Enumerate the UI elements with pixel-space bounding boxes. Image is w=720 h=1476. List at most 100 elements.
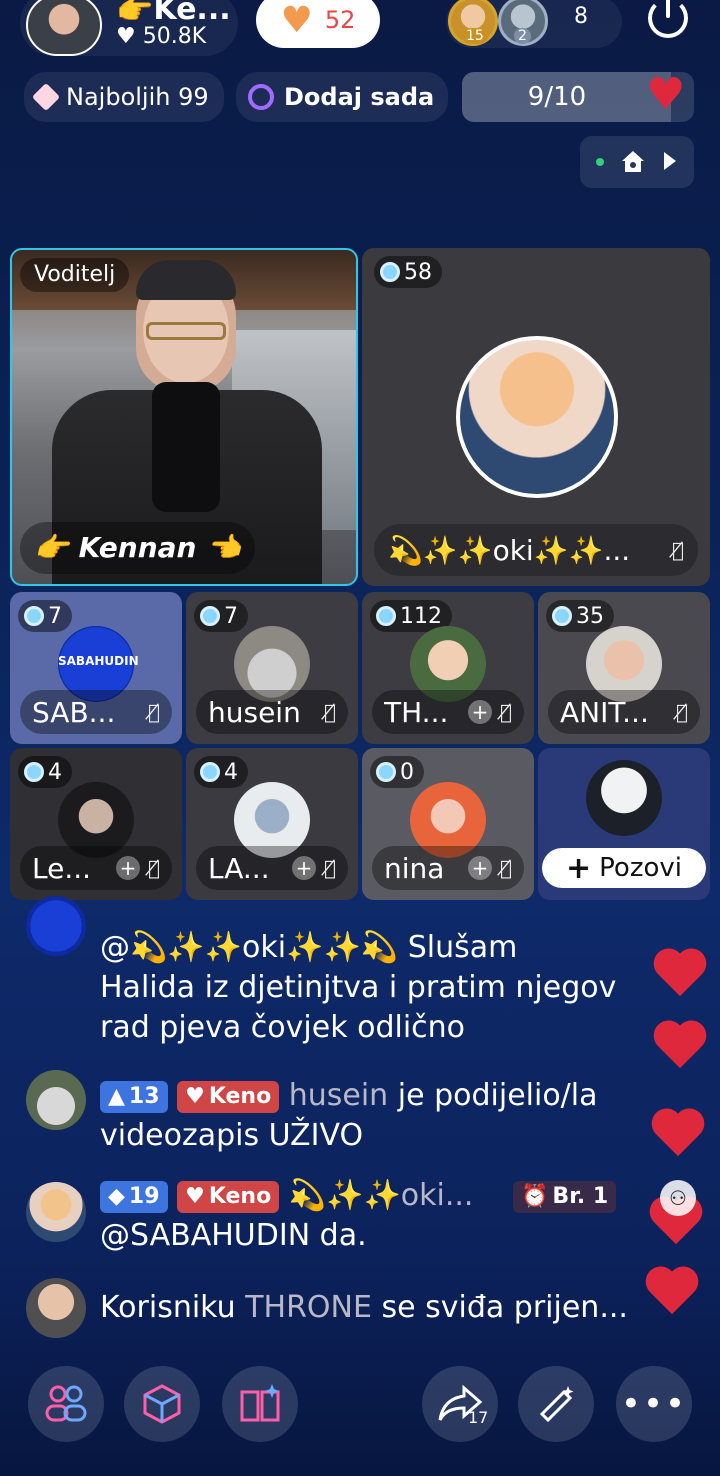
heart-icon: ♥ <box>116 24 136 49</box>
seat-name-pill: nina + 🎙̸ <box>372 846 524 890</box>
guest-list-icon[interactable]: ⚇ <box>660 1180 696 1216</box>
seat-name-pill: LA... + 🎙̸ <box>196 846 348 890</box>
chat-message-3: ◆ 19 ♥ Keno 💫✨✨oki... ⏰ Br. 1 @SABAHUDIN da… <box>100 1176 680 1256</box>
guest-seat-tile[interactable]: 7 husein 🎙̸ <box>186 592 358 744</box>
online-dot <box>596 158 604 166</box>
mic-muted-icon: 🎙̸ <box>147 700 160 724</box>
plus-icon: + <box>566 850 592 886</box>
gem-icon <box>380 262 400 282</box>
host-glasses <box>146 322 226 340</box>
guest-seat-tile[interactable]: 35 ANIT... 🎙̸ <box>538 592 710 744</box>
swirl-icon <box>248 84 274 110</box>
add-icon[interactable]: + <box>291 856 316 880</box>
guest-seat-tile[interactable]: 112 TH... + 🎙̸ <box>362 592 534 744</box>
guest-seat-tile[interactable]: 0 nina + 🎙̸ <box>362 748 534 900</box>
seat-avatar-text: SABAHUDIN <box>58 654 139 668</box>
mic-muted-icon: 🎙̸ <box>675 700 688 724</box>
people-icon <box>45 1385 87 1422</box>
featured-guest-tile[interactable]: 58 💫✨✨oki✨✨... 🎙̸ <box>362 248 710 586</box>
mic-muted-icon: 🎙̸ <box>499 700 512 724</box>
top-viewers-button[interactable]: Najboljih 99 <box>24 72 224 122</box>
host-name-pill: 👉 Kennan 👈 <box>20 522 256 574</box>
chat-message-1: @💫✨✨oki✨✨💫 Slušam Halida iz djetinjtva i… <box>100 930 617 1045</box>
level-badge: ◆ 19 <box>100 1180 168 1213</box>
viewer-rank-2: 2 <box>514 28 531 44</box>
seat-name-pill: SAB... 🎙̸ <box>20 690 172 734</box>
invite-placeholder-avatar <box>586 760 662 836</box>
effects-button[interactable] <box>518 1366 594 1442</box>
power-icon <box>666 0 670 18</box>
book-sparkle-icon <box>240 1384 280 1422</box>
diamond-icon <box>31 82 61 112</box>
seat-gem-badge: 7 <box>18 600 72 632</box>
featured-guest-name-pill: 💫✨✨oki✨✨... 🎙̸ <box>374 524 698 576</box>
viewer-count: 8 <box>574 4 588 29</box>
seat-gem-badge: 4 <box>194 756 248 788</box>
guest-seat-tile[interactable]: 4 Le... + 🎙̸ <box>10 748 182 900</box>
level-badge: ▲ 13 <box>100 1080 168 1113</box>
rank-badge: ⏰ Br. 1 <box>513 1180 617 1213</box>
host-video-tile[interactable]: Voditelj 👉 Kennan 👈 <box>10 248 358 586</box>
seat-name-pill: Le... + 🎙̸ <box>20 846 172 890</box>
seat-gem-badge: 35 <box>546 600 614 632</box>
gem-icon <box>552 606 572 626</box>
fan-tag: ♥ Keno <box>177 1080 280 1113</box>
host-role-badge: Voditelj <box>20 258 130 292</box>
goal-progress-text: 9/10 <box>527 82 587 112</box>
floating-heart-icon <box>652 1110 706 1160</box>
add-now-button[interactable]: Dodaj sada <box>236 72 448 122</box>
mic-muted-icon: 🎙̸ <box>499 856 512 880</box>
seat-name-pill: TH... + 🎙̸ <box>372 690 524 734</box>
orange-heart-icon: ♥ <box>280 0 313 41</box>
invite-button[interactable]: + Pozovi <box>542 848 706 888</box>
host-likes: ♥ 50.8K <box>116 24 207 49</box>
add-icon[interactable]: + <box>467 856 492 880</box>
mic-muted-icon: 🎙̸ <box>323 700 336 724</box>
cube-icon <box>143 1384 181 1424</box>
chat-avatar-1[interactable] <box>26 896 86 956</box>
mic-muted-icon: 🎙̸ <box>147 856 160 880</box>
like-button[interactable]: ♥ 52 <box>256 0 380 48</box>
chat-avatar-2[interactable] <box>26 1070 86 1130</box>
guest-gem-badge: 58 <box>374 256 442 288</box>
share-count: 17 <box>468 1408 489 1427</box>
chat-avatar-4[interactable] <box>26 1278 86 1338</box>
seat-name-pill: husein 🎙̸ <box>196 690 348 734</box>
floating-heart-icon <box>654 1022 708 1072</box>
chat-message-2: ▲ 13 ♥ Keno husein je podijelio/la videoza… <box>100 1078 598 1153</box>
share-button[interactable]: 17 <box>422 1366 498 1442</box>
stories-button[interactable] <box>222 1366 298 1442</box>
pointing-hand-icon: 👉 <box>116 0 154 27</box>
mic-muted-icon: 🎙̸ <box>671 538 684 562</box>
add-icon[interactable]: + <box>115 856 140 880</box>
more-button[interactable]: ••• <box>616 1366 692 1442</box>
floating-heart-icon <box>646 1268 700 1318</box>
gem-icon <box>200 762 220 782</box>
guest-seat-tile[interactable]: 7 SABAHUDIN SAB... 🎙̸ <box>10 592 182 744</box>
seat-name-pill: ANIT... 🎙̸ <box>548 690 700 734</box>
featured-guest-avatar <box>456 336 618 498</box>
seat-gem-badge: 4 <box>18 756 72 788</box>
gem-icon <box>200 606 220 626</box>
add-icon[interactable]: + <box>467 700 492 724</box>
host-collar <box>152 382 220 512</box>
host-hair <box>136 260 236 300</box>
play-icon <box>664 152 676 170</box>
host-avatar[interactable] <box>26 0 102 56</box>
gift-box-button[interactable] <box>124 1366 200 1442</box>
gem-icon <box>24 606 44 626</box>
heart-gift-icon: ♥ <box>646 69 686 120</box>
guest-seat-tile[interactable]: 4 LA... + 🎙̸ <box>186 748 358 900</box>
magic-wand-icon <box>539 1386 574 1423</box>
chat-message-4: Korisniku THRONE se sviđa prijen... <box>100 1290 628 1325</box>
room-controls[interactable] <box>580 136 694 188</box>
seat-gem-badge: 7 <box>194 600 248 632</box>
invite-tile[interactable]: + Pozovi <box>538 748 710 900</box>
guests-button[interactable] <box>28 1366 104 1442</box>
viewer-rank-1: 15 <box>462 28 488 44</box>
home-icon <box>620 148 646 174</box>
gem-icon <box>24 762 44 782</box>
mic-muted-icon: 🎙̸ <box>323 856 336 880</box>
chat-avatar-3[interactable] <box>26 1182 86 1242</box>
viewer-stack[interactable]: 15 2 8 <box>446 0 622 48</box>
